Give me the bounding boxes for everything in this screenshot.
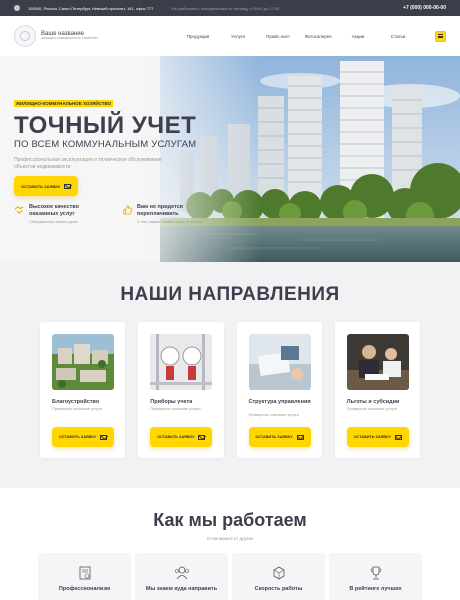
directions-section: НАШИ НАПРАВЛЕНИЯ Благоустройство Примерн… [0, 262, 460, 488]
hero-title: ТОЧНЫЙ УЧЕТ [14, 112, 197, 139]
how-card-title: Скорость работы [254, 586, 303, 592]
card-title: Льготы и субсидии [346, 399, 400, 405]
main-nav: Продукция Услуги Прайс-лист Фотогалерея … [178, 34, 418, 39]
card-desc: Примерное описание услуги [346, 407, 397, 411]
feature-quality-desc: Специалисты своего дела [29, 219, 78, 225]
brand[interactable]: Ваше название жилищно-коммунальное хозяй… [41, 31, 98, 41]
landscaping-image [52, 334, 114, 390]
feature-price-title: Вам не придется переплачивать [137, 204, 183, 217]
manager-icon [175, 566, 189, 580]
how-title: Как мы работаем [153, 510, 307, 530]
feature-price: Вам не придется переплачивать У нас самы… [122, 204, 212, 224]
hero-description: Профессиональная эксплуатация и техничес… [14, 157, 162, 170]
feature-quality: Высокое качество оказанных услуг Специал… [14, 204, 104, 224]
hero-subtitle: ПО ВСЕМ КОММУНАЛЬНЫМ УСЛУГАМ [14, 139, 197, 150]
brand-tagline: жилищно-коммунальное хозяйство [41, 36, 99, 41]
nav-item-price-list[interactable]: Прайс-лист [258, 34, 298, 39]
how-card-professionalism: Профессионализм [38, 553, 131, 600]
card-request-button[interactable]: ОСТАВИТЬ ЗАЯВКУ [248, 427, 311, 447]
site-header: Ваше название жилищно-коммунальное хозяй… [0, 16, 460, 56]
management-image [248, 334, 311, 390]
hero-tag: ЖИЛИЩНО-КОММУНАЛЬНОЕ ХОЗЯЙСТВО [14, 100, 114, 107]
certificate-icon [79, 566, 91, 580]
how-card-title: Профессионализм [58, 586, 111, 592]
envelope-icon [296, 434, 304, 440]
how-card-direction: Мы знаем куда направить [135, 553, 228, 600]
handshake-icon [14, 206, 24, 214]
envelope-icon [64, 183, 72, 189]
how-card-title: В рейтинге лучших [349, 586, 402, 592]
thumbs-up-icon [123, 205, 133, 215]
cta-label: ОСТАВИТЬ ЗАЯВКУ [21, 183, 61, 189]
nav-item-services[interactable]: Услуги [218, 34, 258, 39]
how-card-title: Мы знаем куда направить [145, 586, 218, 592]
box-icon [273, 566, 285, 580]
hero-features: Высокое качество оказанных услуг Специал… [14, 204, 214, 224]
card-title: Приборы учета [150, 399, 193, 405]
directions-title: НАШИ НАПРАВЛЕНИЯ [120, 284, 340, 305]
button-label: ОСТАВИТЬ ЗАЯВКУ [157, 435, 195, 439]
nav-item-gallery[interactable]: Фотогалерея [298, 34, 338, 39]
card-desc: Примерное описание услуги [150, 407, 201, 411]
card-desc: Примерное описание услуги [248, 413, 299, 417]
benefits-image [346, 334, 409, 390]
direction-card-management[interactable]: Структура управления Примерное описание … [236, 322, 322, 458]
logo-icon[interactable] [14, 25, 36, 47]
how-subtitle: Отличаемся от других [206, 536, 254, 541]
meters-image [150, 334, 213, 390]
work-hours-text: Мы работаем с понедельника по пятницу с … [171, 5, 280, 11]
button-label: ОСТАВИТЬ ЗАЯВКУ [353, 435, 391, 439]
nav-item-articles[interactable]: Статьи [378, 34, 418, 39]
card-title: Благоустройство [52, 399, 100, 405]
location-pin-icon [14, 5, 20, 11]
envelope-icon [100, 434, 108, 440]
how-card-speed: Скорость работы [232, 553, 325, 600]
direction-card-meters[interactable]: Приборы учета Примерное описание услуги … [138, 322, 224, 458]
hero-section: ЖИЛИЩНО-КОММУНАЛЬНОЕ ХОЗЯЙСТВО ТОЧНЫЙ УЧ… [0, 56, 460, 262]
button-label: ОСТАВИТЬ ЗАЯВКУ [255, 435, 293, 439]
how-we-work-section: Как мы работаем Отличаемся от других Про… [0, 488, 460, 600]
direction-card-landscaping[interactable]: Благоустройство Примерное описание услуг… [40, 322, 126, 458]
direction-card-benefits[interactable]: Льготы и субсидии Примерное описание усл… [334, 322, 420, 458]
hamburger-icon[interactable] [435, 30, 446, 42]
card-request-button[interactable]: ОСТАВИТЬ ЗАЯВКУ [150, 427, 213, 447]
top-bar: 190040, Россия, Санкт-Петербург, Невский… [0, 0, 460, 16]
card-request-button[interactable]: ОСТАВИТЬ ЗАЯВКУ [346, 427, 409, 447]
button-label: ОСТАВИТЬ ЗАЯВКУ [58, 435, 97, 439]
feature-price-desc: У нас самые низкие цены на рынке [137, 219, 203, 225]
nav-item-products[interactable]: Продукция [178, 34, 218, 39]
card-desc: Примерное описание услуги [52, 407, 103, 411]
card-request-button[interactable]: ОСТАВИТЬ ЗАЯВКУ [52, 427, 114, 447]
how-card-rating: В рейтинге лучших [329, 553, 422, 600]
envelope-icon [198, 434, 206, 440]
phone-link[interactable]: +7 (000) 000-00-00 [403, 5, 446, 11]
address-text: 190040, Россия, Санкт-Петербург, Невский… [28, 5, 154, 11]
nav-item-promotions[interactable]: Акции [338, 34, 378, 39]
envelope-icon [394, 434, 402, 440]
feature-quality-title: Высокое качество оказанных услуг [29, 204, 79, 217]
hero-cta-button[interactable]: ОСТАВИТЬ ЗАЯВКУ [14, 176, 79, 196]
card-title: Структура управления [248, 399, 311, 405]
trophy-icon [370, 566, 382, 580]
